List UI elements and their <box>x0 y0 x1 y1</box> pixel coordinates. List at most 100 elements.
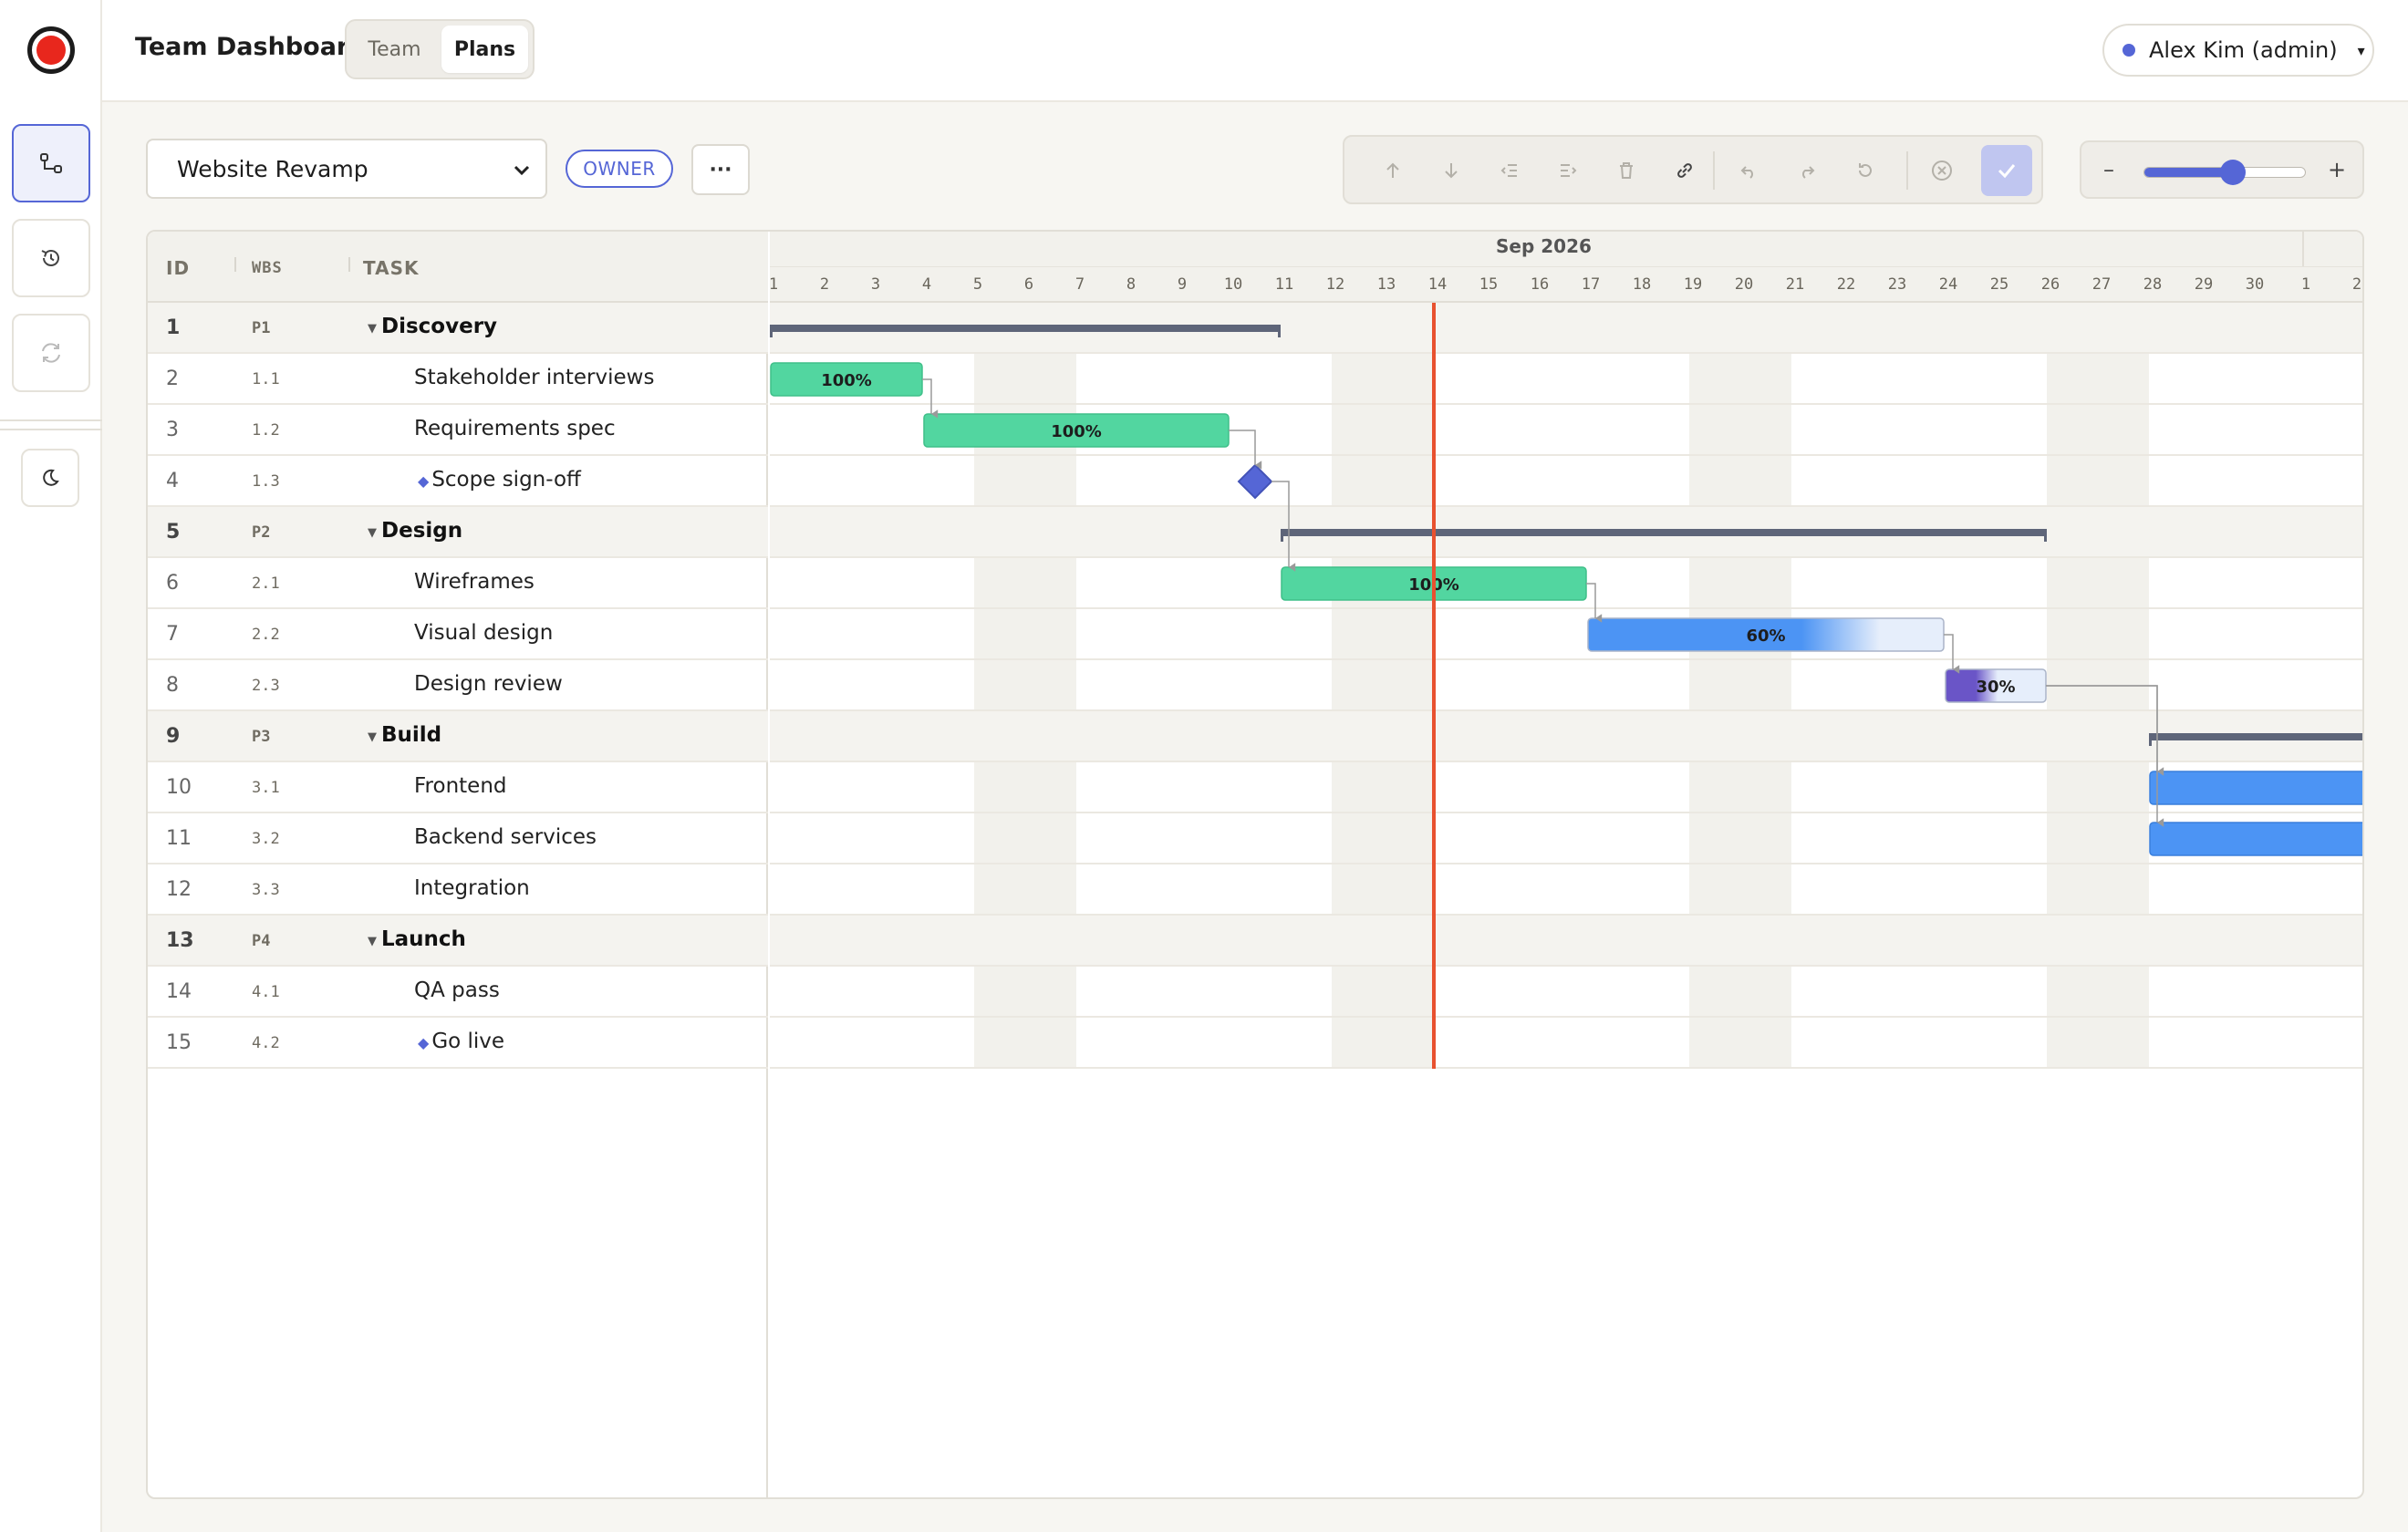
link-button[interactable] <box>1664 150 1706 192</box>
dependency-link <box>922 378 939 419</box>
history-button[interactable] <box>12 219 90 297</box>
row-task-name: Design review <box>414 672 563 696</box>
collapse-caret-icon[interactable]: ▼ <box>368 322 377 336</box>
indent-button[interactable] <box>1547 150 1589 192</box>
row-id: 1 <box>166 316 181 339</box>
progress-label: 100% <box>821 371 872 390</box>
gantt-icon <box>40 153 62 173</box>
row-task-name: Visual design <box>414 621 554 645</box>
milestone-icon: ◆ <box>418 1034 430 1051</box>
row-task-name: Backend services <box>414 825 597 849</box>
collapse-caret-icon[interactable]: ▼ <box>368 526 377 540</box>
row-wbs: 1.1 <box>252 370 280 388</box>
link-icon <box>1677 163 1692 178</box>
dark-mode-toggle[interactable] <box>21 449 79 507</box>
milestone-marker[interactable] <box>1237 463 1273 500</box>
moon-icon <box>43 469 59 486</box>
summary-bar[interactable] <box>2149 733 2364 746</box>
row-task-name: Stakeholder interviews <box>414 366 655 389</box>
dependency-link <box>1586 583 1603 623</box>
row-wbs: 2.1 <box>252 574 280 593</box>
row-task-name: Build <box>381 723 442 747</box>
row-wbs: P4 <box>252 932 271 950</box>
day-label: 22 <box>1836 275 1856 294</box>
role-badge: OWNER <box>566 150 673 188</box>
task-row[interactable]: 4 1.3 ◆ Scope sign-off <box>148 456 768 507</box>
day-label: 1 <box>768 275 779 294</box>
move-down-button[interactable] <box>1430 150 1472 192</box>
plan-select[interactable]: Website Revamp <box>146 139 547 199</box>
task-row[interactable]: 3 1.2 Requirements spec <box>148 405 768 456</box>
confirm-button[interactable] <box>1981 145 2032 196</box>
task-row[interactable]: 6 2.1 Wireframes <box>148 558 768 609</box>
undo-button[interactable] <box>1728 150 1770 192</box>
day-label: 9 <box>1177 275 1188 294</box>
move-up-button[interactable] <box>1372 150 1414 192</box>
row-id: 4 <box>166 470 179 492</box>
task-bar[interactable] <box>2149 771 2364 805</box>
indent-icon <box>1561 164 1577 177</box>
cancel-button[interactable] <box>1921 150 1963 192</box>
row-wbs: 2.3 <box>252 677 280 695</box>
app-logo <box>27 26 75 74</box>
today-marker <box>1432 303 1436 1069</box>
row-id: 14 <box>166 980 192 1003</box>
edit-toolbar <box>1343 135 2043 204</box>
group-row[interactable]: 13 P4 ▼ Launch <box>148 916 768 967</box>
group-row[interactable]: 9 P3 ▼ Build <box>148 711 768 762</box>
arrow-up-icon <box>1386 162 1399 178</box>
row-id: 3 <box>166 419 179 441</box>
task-row[interactable]: 11 3.2 Backend services <box>148 813 768 864</box>
trash-icon <box>1620 162 1633 179</box>
day-label: 17 <box>1581 275 1601 294</box>
row-id: 2 <box>166 367 179 390</box>
task-row[interactable]: 8 2.3 Design review <box>148 660 768 711</box>
timeline-body: 100%100% 100% 60% 30% <box>770 303 2364 1497</box>
group-row[interactable]: 5 P2 ▼ Design <box>148 507 768 558</box>
sync-button[interactable] <box>12 314 90 392</box>
task-row[interactable]: 2 1.1 Stakeholder interviews <box>148 354 768 405</box>
zoom-slider-thumb[interactable] <box>2219 160 2246 185</box>
delete-button[interactable] <box>1605 150 1647 192</box>
day-label: 2 <box>819 275 830 294</box>
gantt-view-button[interactable] <box>12 124 90 202</box>
day-label: 12 <box>1325 275 1345 294</box>
outdent-button[interactable] <box>1489 150 1531 192</box>
summary-bar[interactable] <box>770 325 1281 337</box>
row-wbs: 4.1 <box>252 983 280 1001</box>
row-task-name: Design <box>381 519 463 543</box>
group-row[interactable]: 1 P1 ▼ Discovery <box>148 303 768 354</box>
summary-bar[interactable] <box>1281 529 2047 542</box>
task-bar[interactable] <box>2149 822 2364 856</box>
progress-label: 60% <box>1746 626 1785 646</box>
task-row[interactable]: 12 3.3 Integration <box>148 864 768 916</box>
task-row[interactable]: 10 3.1 Frontend <box>148 762 768 813</box>
day-label: 3 <box>870 275 881 294</box>
task-row[interactable]: 7 2.2 Visual design <box>148 609 768 660</box>
collapse-caret-icon[interactable]: ▼ <box>368 935 377 948</box>
row-task-name: Wireframes <box>414 570 535 594</box>
tab-plans[interactable]: Plans <box>441 26 528 73</box>
reset-button[interactable] <box>1844 150 1886 192</box>
column-wbs[interactable]: WBS <box>252 259 283 277</box>
row-wbs: 3.3 <box>252 881 280 899</box>
zoom-in-button[interactable]: + <box>2328 157 2346 182</box>
day-label: 6 <box>1023 275 1034 294</box>
task-row[interactable]: 15 4.2 ◆ Go live <box>148 1018 768 1069</box>
row-wbs: 1.2 <box>252 421 280 440</box>
sidebar <box>0 0 102 1532</box>
row-wbs: 3.2 <box>252 830 280 848</box>
column-id[interactable]: ID <box>166 257 190 279</box>
more-button[interactable]: ··· <box>691 144 750 195</box>
day-label: 20 <box>1734 275 1754 294</box>
collapse-caret-icon[interactable]: ▼ <box>368 730 377 744</box>
day-label: 16 <box>1530 275 1550 294</box>
user-menu[interactable]: Alex Kim (admin) ▾ <box>2102 24 2374 77</box>
zoom-out-button[interactable]: – <box>2103 157 2114 182</box>
task-row[interactable]: 14 4.1 QA pass <box>148 967 768 1018</box>
redo-button[interactable] <box>1786 150 1828 192</box>
close-circle-icon <box>1932 160 1952 181</box>
column-task[interactable]: TASK <box>363 257 419 279</box>
day-label: 21 <box>1785 275 1805 294</box>
tab-team[interactable]: Team <box>351 26 438 73</box>
